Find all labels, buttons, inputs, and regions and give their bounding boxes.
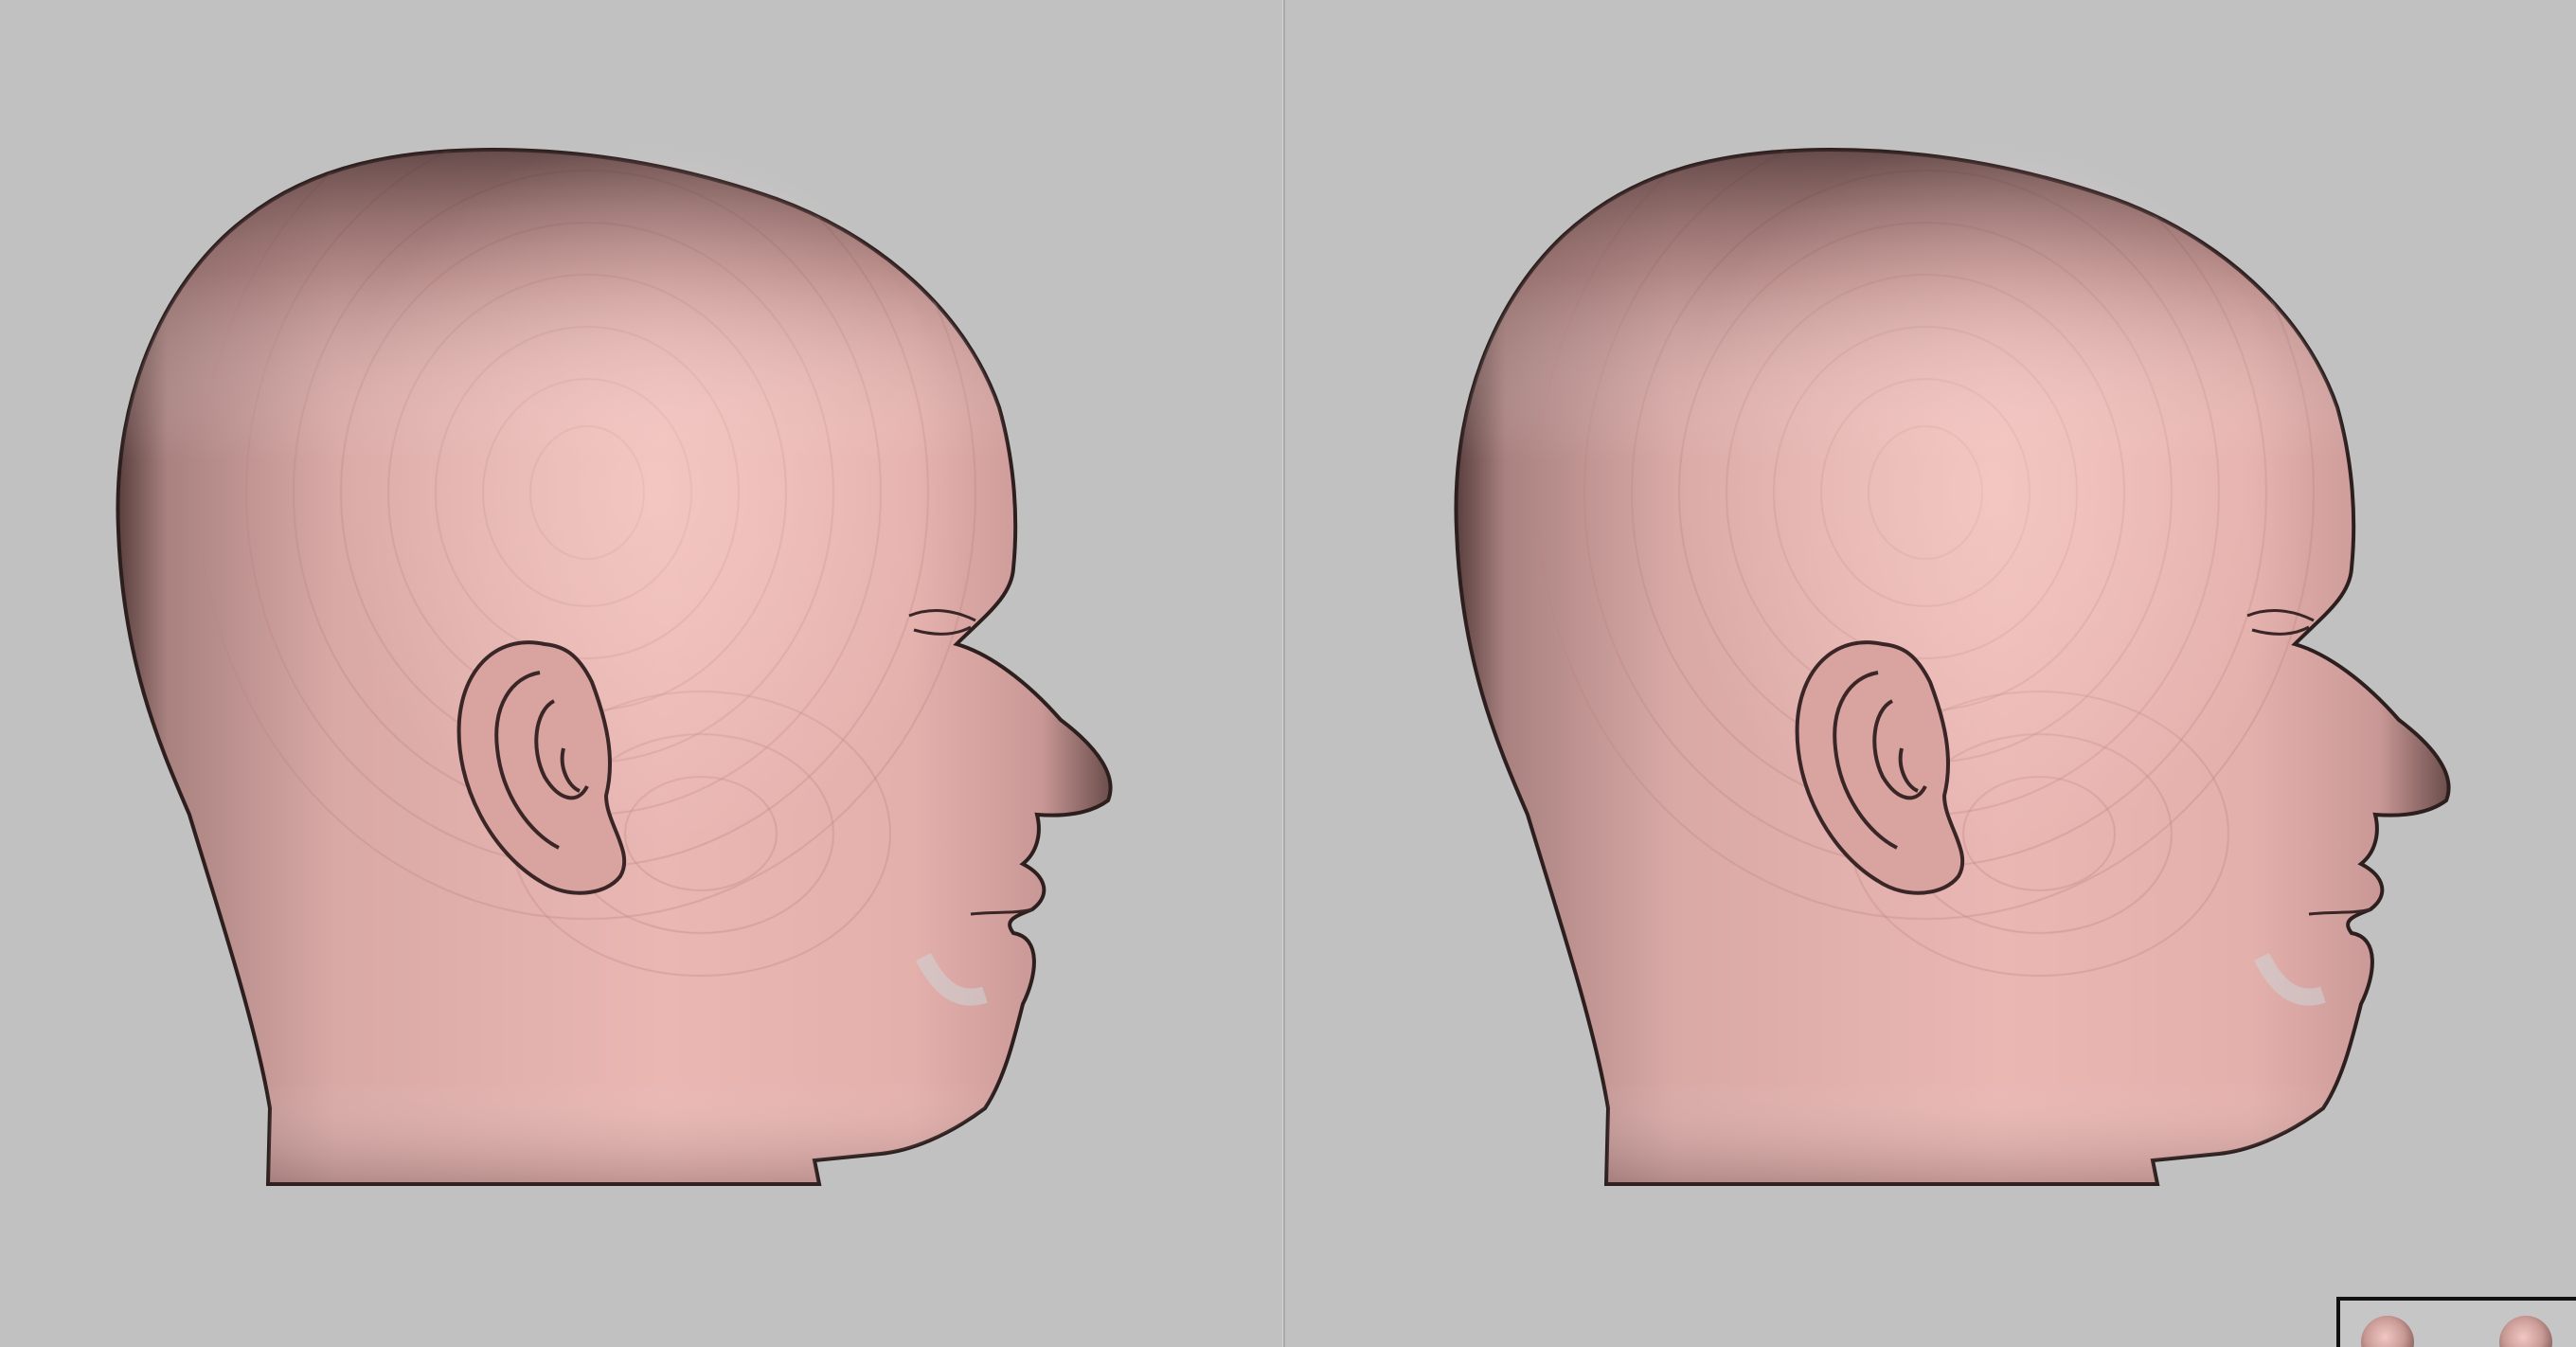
head-surface: [116, 133, 1113, 1186]
head-model-left[interactable]: [0, 0, 1282, 1347]
head-surface: [1454, 133, 2451, 1186]
split-3d-viewer: [0, 0, 2576, 1347]
thumbnail-strip[interactable]: [2336, 1297, 2576, 1347]
head-thumbnail-icon[interactable]: [2361, 1316, 2414, 1347]
right-viewport[interactable]: [1285, 0, 2576, 1347]
left-viewport[interactable]: [0, 0, 1282, 1347]
head-model-right[interactable]: [1285, 0, 2576, 1347]
head-thumbnail-icon[interactable]: [2499, 1316, 2552, 1347]
